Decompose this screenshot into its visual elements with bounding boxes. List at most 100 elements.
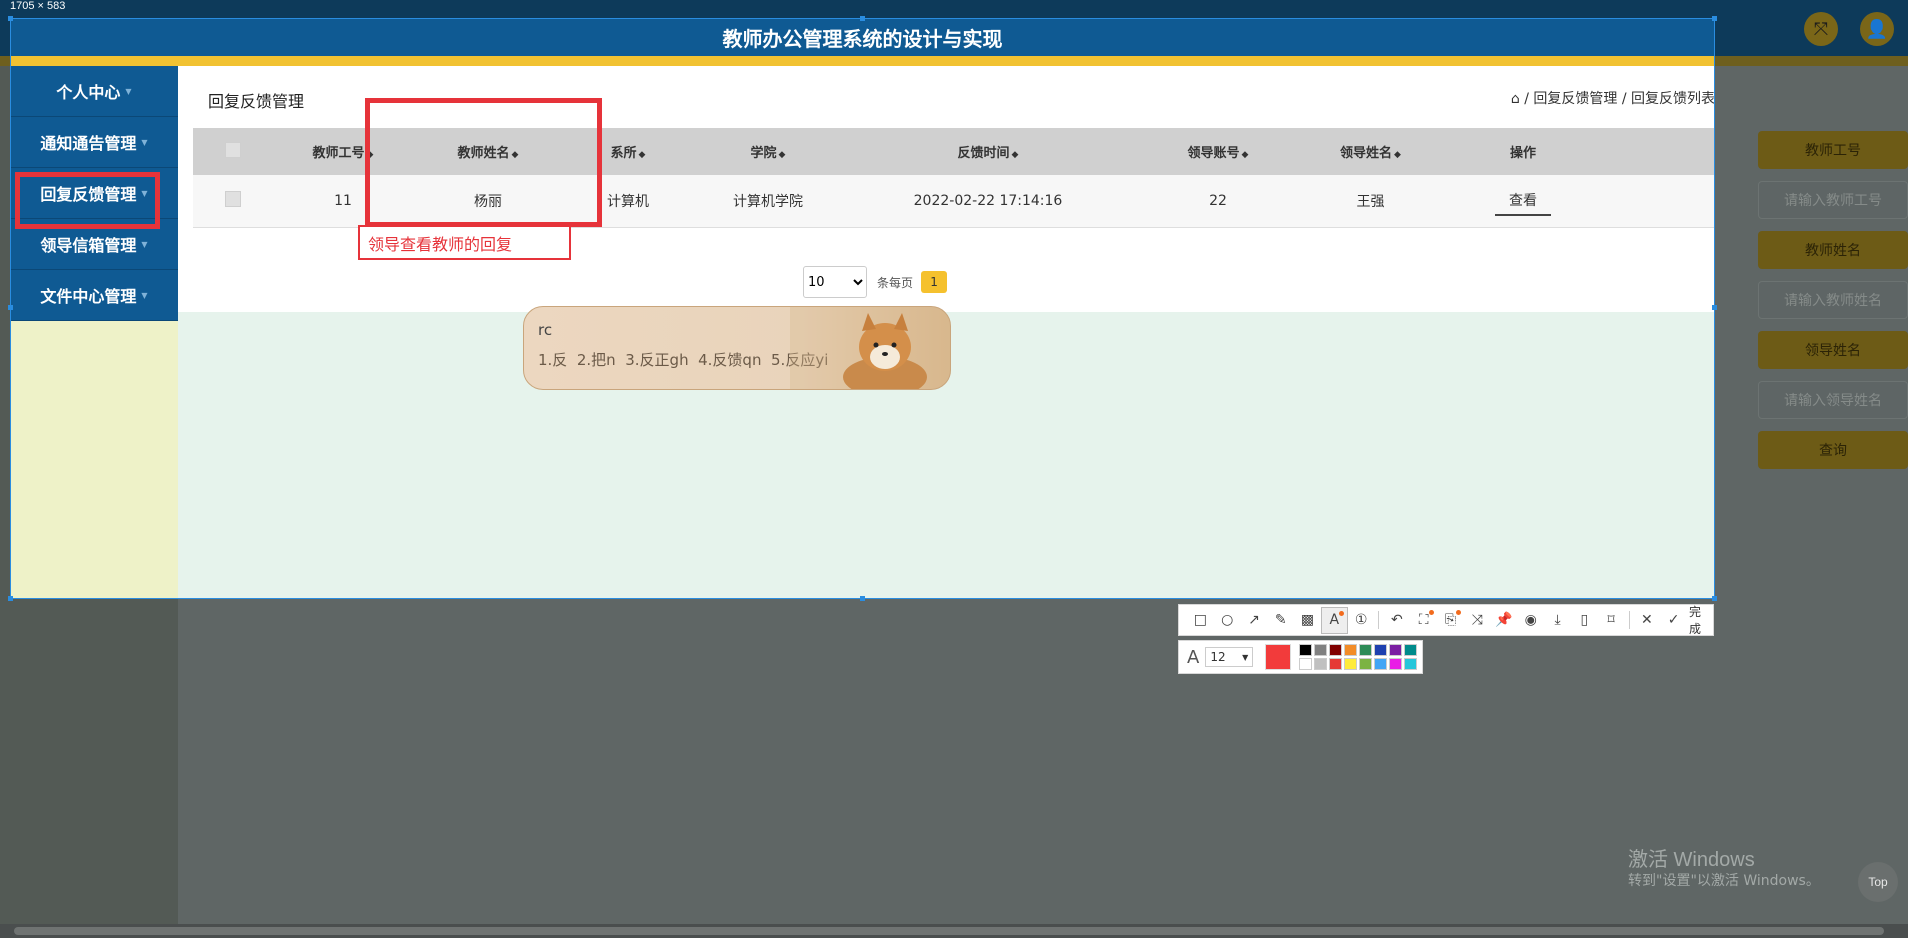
breadcrumb-level1[interactable]: 回复反馈管理 xyxy=(1533,91,1617,107)
color-swatch[interactable] xyxy=(1389,644,1403,656)
color-swatch[interactable] xyxy=(1374,644,1388,656)
user-avatar-icon[interactable]: 👤 xyxy=(1860,12,1894,46)
sort-icon: ◆ xyxy=(1241,150,1249,160)
app-title: 教师办公管理系统的设计与实现 xyxy=(10,18,1715,56)
ime-candidate[interactable]: 2.把n xyxy=(577,351,616,369)
color-swatch[interactable] xyxy=(1329,658,1343,670)
col-label: 领导姓名 xyxy=(1340,146,1393,161)
color-swatch[interactable] xyxy=(1389,658,1403,670)
ime-candidate[interactable]: 3.反正gh xyxy=(625,351,688,369)
resize-handle[interactable] xyxy=(860,16,865,21)
chevron-down-icon: ▼ xyxy=(141,137,148,147)
row-select-cell xyxy=(193,191,273,211)
resize-handle[interactable] xyxy=(860,596,865,601)
color-swatch[interactable] xyxy=(1359,658,1373,670)
col-college[interactable]: 学院 ◆ xyxy=(693,142,843,161)
ellipse-tool-icon[interactable]: ○ xyxy=(1214,607,1241,634)
color-swatch[interactable] xyxy=(1404,658,1418,670)
chevron-down-icon: ▼ xyxy=(125,86,132,96)
color-swatch[interactable] xyxy=(1314,644,1328,656)
done-button[interactable]: 完成 xyxy=(1689,603,1713,637)
sidebar-item-files[interactable]: 文件中心管理 ▼ xyxy=(10,270,178,321)
current-color-swatch[interactable] xyxy=(1265,644,1292,670)
select-all-checkbox[interactable] xyxy=(225,141,241,158)
color-swatch[interactable] xyxy=(1359,644,1373,656)
ime-candidate[interactable]: 1.反 xyxy=(538,351,567,369)
mosaic-tool-icon[interactable]: ▩ xyxy=(1294,607,1321,634)
number-tool-icon[interactable]: ① xyxy=(1348,607,1375,634)
undo-icon[interactable]: ↶ xyxy=(1383,607,1410,634)
ime-composition-text: rc xyxy=(538,321,553,339)
pin-icon[interactable]: 📌 xyxy=(1491,607,1518,634)
phone-icon[interactable]: ▯ xyxy=(1571,607,1598,634)
text-tool-icon[interactable]: A xyxy=(1320,606,1348,634)
bookmark-icon[interactable]: ⌑ xyxy=(1598,607,1625,634)
rectangle-tool-icon[interactable]: □ xyxy=(1187,607,1214,634)
sidebar-item-label: 通知通告管理 xyxy=(40,134,137,153)
col-label: 教师工号 xyxy=(312,146,365,161)
page-number-1[interactable]: 1 xyxy=(921,271,948,293)
horizontal-scrollbar[interactable] xyxy=(0,924,1908,938)
sort-icon: ◆ xyxy=(638,150,646,160)
col-leader-name[interactable]: 领导姓名 ◆ xyxy=(1303,142,1438,161)
color-swatch[interactable] xyxy=(1329,644,1343,656)
sidebar-item-profile[interactable]: 个人中心 ▼ xyxy=(10,66,178,117)
sidebar-item-notices[interactable]: 通知通告管理 ▼ xyxy=(10,117,178,168)
annotation-textbox[interactable]: 领导查看教师的回复 xyxy=(358,225,571,260)
check-icon[interactable]: ✓ xyxy=(1660,607,1687,634)
col-label: 反馈时间 xyxy=(957,146,1010,161)
resize-handle[interactable] xyxy=(8,596,13,601)
color-swatch[interactable] xyxy=(1314,658,1328,670)
color-swatch[interactable] xyxy=(1404,644,1418,656)
filter-leader-name-input[interactable]: 请输入领导姓名 xyxy=(1758,381,1908,419)
chevron-down-icon: ▼ xyxy=(141,290,148,300)
long-screenshot-icon[interactable]: ⛶ xyxy=(1410,607,1437,634)
col-label: 学院 xyxy=(750,146,777,161)
col-leader-account[interactable]: 领导账号 ◆ xyxy=(1133,142,1303,161)
row-checkbox[interactable] xyxy=(225,191,241,207)
arrow-tool-icon[interactable]: ↗ xyxy=(1241,607,1268,634)
download-icon[interactable]: ⤓ xyxy=(1544,607,1571,634)
ocr-icon[interactable]: ⎘ xyxy=(1437,607,1464,634)
color-swatch[interactable] xyxy=(1344,644,1358,656)
page-title: 回复反馈管理 xyxy=(208,92,305,111)
resize-handle[interactable] xyxy=(1712,305,1717,310)
resize-handle[interactable] xyxy=(1712,596,1717,601)
breadcrumb-separator: / xyxy=(1524,91,1529,107)
resize-handle[interactable] xyxy=(8,305,13,310)
home-icon[interactable]: ⌂ xyxy=(1511,91,1520,107)
pencil-tool-icon[interactable]: ✎ xyxy=(1267,607,1294,634)
filter-teacher-id-input[interactable]: 请输入教师工号 xyxy=(1758,181,1908,219)
ime-candidate-list: 1.反 2.把n 3.反正gh 4.反馈qn 5.反应yi xyxy=(538,349,828,370)
cell-leader-account: 22 xyxy=(1209,193,1227,209)
cell-action: 查看 xyxy=(1438,186,1608,216)
col-label: 系所 xyxy=(610,146,637,161)
translate-icon[interactable]: ⤨ xyxy=(1464,607,1491,634)
col-feedback-time[interactable]: 反馈时间 ◆ xyxy=(843,142,1133,161)
record-icon[interactable]: ◉ xyxy=(1517,607,1544,634)
sidebar-item-label: 文件中心管理 xyxy=(40,287,137,306)
annotation-rectangle[interactable] xyxy=(365,98,602,227)
screenshot-toolbar: □ ○ ↗ ✎ ▩ A ① ↶ ⛶ ⎘ ⤨ 📌 ◉ ⤓ ▯ ⌑ ✕ ✓ 完成 xyxy=(1178,604,1714,636)
fullscreen-icon[interactable]: ⤧ xyxy=(1804,12,1838,46)
color-swatch[interactable] xyxy=(1344,658,1358,670)
sidebar: 个人中心 ▼ 通知通告管理 ▼ 回复反馈管理 ▼ 领导信箱管理 ▼ 文件中心管理 ▼ xyxy=(10,66,178,599)
filter-teacher-name-input[interactable]: 请输入教师姓名 xyxy=(1758,281,1908,319)
font-size-select[interactable]: 12 ▼ xyxy=(1205,647,1254,667)
ime-candidate[interactable]: 4.反馈qn xyxy=(698,351,761,369)
page-size-select[interactable]: 10 xyxy=(803,266,867,298)
search-button[interactable]: 查询 xyxy=(1758,431,1908,469)
resize-handle[interactable] xyxy=(1712,16,1717,21)
annotation-rectangle[interactable] xyxy=(15,172,160,229)
toolbar-divider xyxy=(1378,611,1380,629)
scrollbar-thumb[interactable] xyxy=(14,927,1884,935)
text-style-toolbar: A 12 ▼ xyxy=(1178,640,1423,674)
breadcrumb: ⌂ / 回复反馈管理 / 回复反馈列表 xyxy=(1511,88,1715,108)
color-swatch[interactable] xyxy=(1299,658,1313,670)
close-icon[interactable]: ✕ xyxy=(1633,607,1660,634)
resize-handle[interactable] xyxy=(8,16,13,21)
color-swatch[interactable] xyxy=(1299,644,1313,656)
view-button[interactable]: 查看 xyxy=(1495,186,1551,216)
color-swatch[interactable] xyxy=(1374,658,1388,670)
scroll-top-button[interactable]: Top xyxy=(1858,862,1898,902)
